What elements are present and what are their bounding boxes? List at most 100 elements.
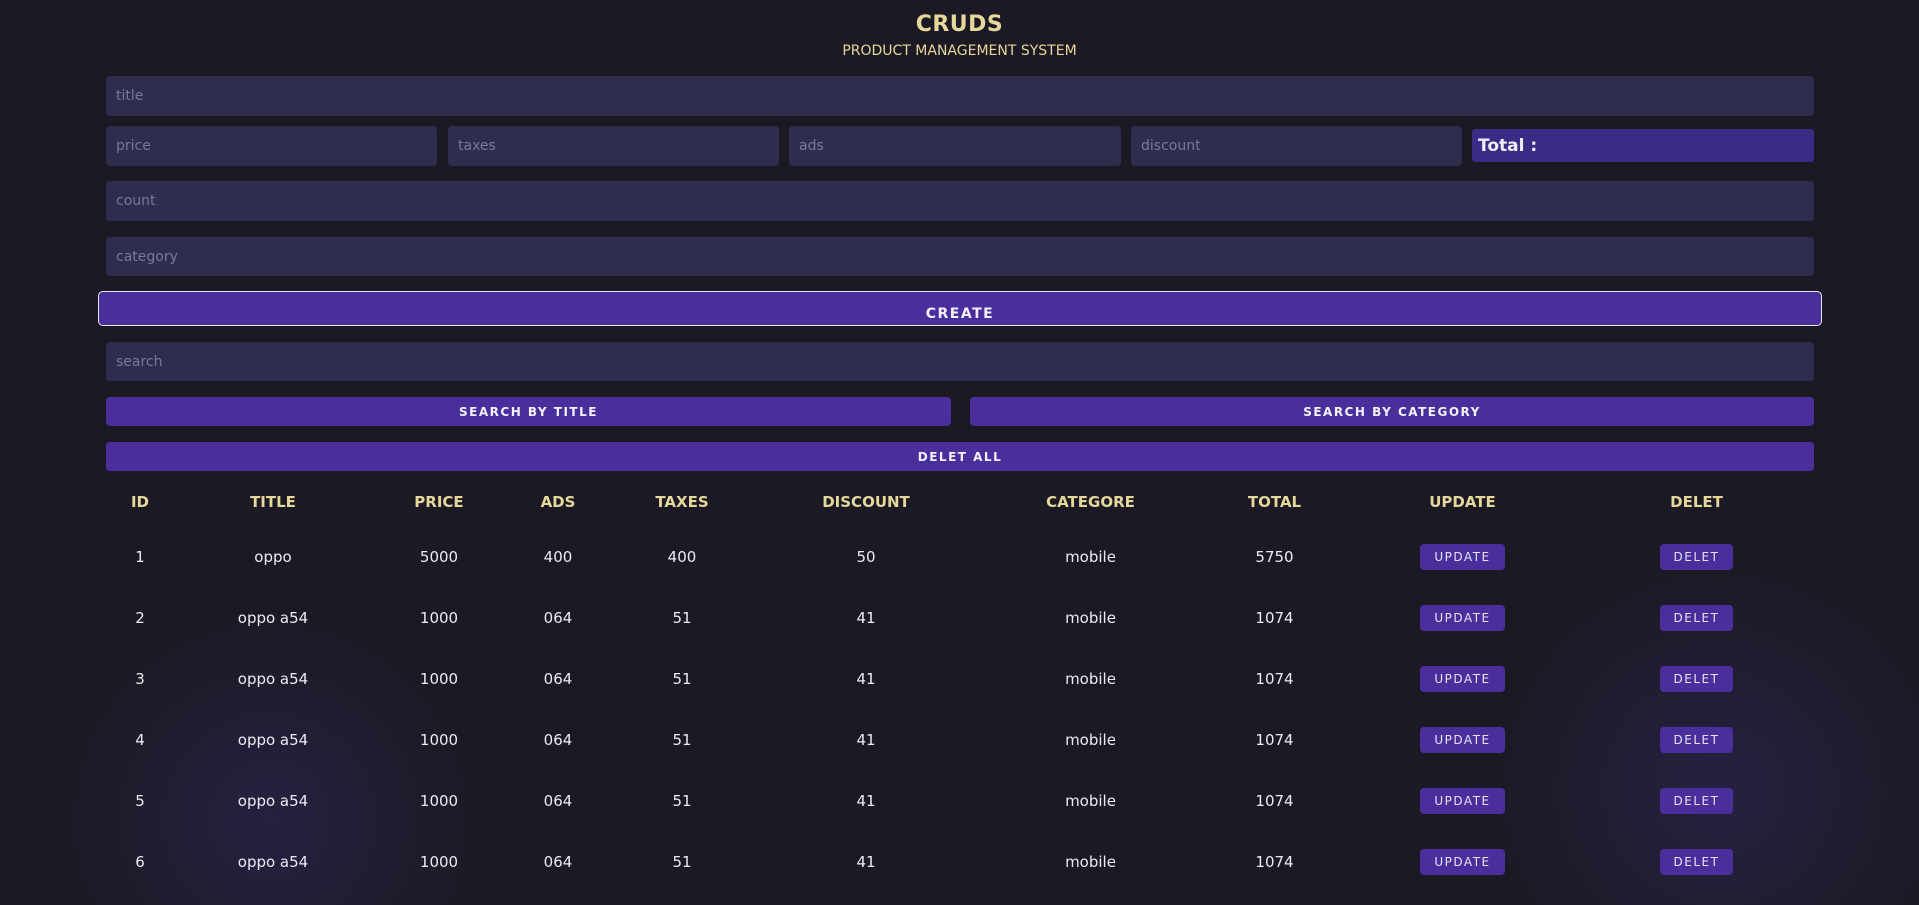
category-input[interactable] <box>106 237 1814 276</box>
table-row: 6 oppo a54 1000 064 51 41 mobile 1074 UP… <box>106 831 1814 892</box>
cell-id: 5 <box>135 791 145 810</box>
cell-price: 1000 <box>419 669 459 688</box>
app-subtitle: PRODUCT MANAGEMENT SYSTEM <box>842 43 1077 59</box>
header-delete: DELET <box>1670 493 1723 511</box>
products-table: ID TITLE PRICE ADS TAXES DISCOUNT CATEGO… <box>106 478 1814 892</box>
cell-ads: 064 <box>543 791 573 810</box>
header-taxes: TAXES <box>655 493 709 511</box>
cell-taxes: 400 <box>667 547 697 566</box>
cell-taxes: 51 <box>672 791 692 810</box>
table-row: 4 oppo a54 1000 064 51 41 mobile 1074 UP… <box>106 709 1814 770</box>
cell-discount: 41 <box>856 608 876 627</box>
table-row: 1 oppo 5000 400 400 50 mobile 5750 UPDAT… <box>106 526 1814 587</box>
discount-input[interactable] <box>1131 126 1462 166</box>
cell-category: mobile <box>1065 608 1116 627</box>
search-by-category-button[interactable]: SEARCH BY CATEGORY <box>970 397 1814 426</box>
delete-all-button[interactable]: DELET ALL <box>106 442 1814 471</box>
update-button[interactable]: UPDATE <box>1420 848 1505 875</box>
taxes-input[interactable] <box>448 126 779 166</box>
cell-title: oppo <box>254 547 292 566</box>
cell-category: mobile <box>1065 791 1116 810</box>
cell-id: 2 <box>135 608 145 627</box>
cell-title: oppo a54 <box>237 791 309 810</box>
cell-update: UPDATE <box>1346 770 1579 831</box>
header-price: PRICE <box>414 493 464 511</box>
cell-taxes: 51 <box>672 730 692 749</box>
table-row: 3 oppo a54 1000 064 51 41 mobile 1074 UP… <box>106 648 1814 709</box>
cell-delete: DELET <box>1579 709 1814 770</box>
cell-total: 1074 <box>1255 791 1294 810</box>
table-header-row: ID TITLE PRICE ADS TAXES DISCOUNT CATEGO… <box>106 478 1814 526</box>
cell-ads: 064 <box>543 852 573 871</box>
cell-delete: DELET <box>1579 526 1814 587</box>
search-input[interactable] <box>106 342 1814 381</box>
total-display: Total : <box>1472 129 1814 162</box>
cell-ads: 400 <box>543 547 573 566</box>
delete-button[interactable]: DELET <box>1659 604 1734 631</box>
app-title: CRUDS <box>915 12 1004 37</box>
cell-id: 1 <box>135 547 145 566</box>
cell-taxes: 51 <box>672 852 692 871</box>
create-button[interactable]: CREATE <box>98 291 1822 326</box>
cell-update: UPDATE <box>1346 526 1579 587</box>
title-input[interactable] <box>106 76 1814 116</box>
update-button[interactable]: UPDATE <box>1420 787 1505 814</box>
delete-button[interactable]: DELET <box>1659 787 1734 814</box>
update-button[interactable]: UPDATE <box>1420 543 1505 570</box>
cell-title: oppo a54 <box>237 608 309 627</box>
table-row: 2 oppo a54 1000 064 51 41 mobile 1074 UP… <box>106 587 1814 648</box>
header-id: ID <box>130 493 150 511</box>
cell-taxes: 51 <box>672 669 692 688</box>
cell-title: oppo a54 <box>237 669 309 688</box>
cell-price: 5000 <box>419 547 459 566</box>
delete-button[interactable]: DELET <box>1659 543 1734 570</box>
cell-id: 3 <box>135 669 145 688</box>
cell-id: 4 <box>135 730 145 749</box>
cell-category: mobile <box>1065 852 1116 871</box>
cell-price: 1000 <box>419 852 459 871</box>
delete-button[interactable]: DELET <box>1659 848 1734 875</box>
cell-title: oppo a54 <box>237 852 309 871</box>
cell-category: mobile <box>1065 669 1116 688</box>
cell-discount: 41 <box>856 791 876 810</box>
search-by-title-button[interactable]: SEARCH BY TITLE <box>106 397 951 426</box>
cell-total: 1074 <box>1255 730 1294 749</box>
cell-price: 1000 <box>419 730 459 749</box>
cell-discount: 41 <box>856 730 876 749</box>
header-discount: DISCOUNT <box>822 493 910 511</box>
cell-total: 1074 <box>1255 669 1294 688</box>
cell-ads: 064 <box>543 608 573 627</box>
header-category: CATEGORE <box>1046 493 1135 511</box>
delete-button[interactable]: DELET <box>1659 665 1734 692</box>
header-update: UPDATE <box>1429 493 1496 511</box>
cell-category: mobile <box>1065 547 1116 566</box>
price-input[interactable] <box>106 126 437 166</box>
total-label: Total : <box>1478 135 1538 156</box>
delete-button[interactable]: DELET <box>1659 726 1734 753</box>
cell-ads: 064 <box>543 730 573 749</box>
page-header: CRUDS PRODUCT MANAGEMENT SYSTEM <box>0 12 1919 60</box>
header-title: TITLE <box>250 493 296 511</box>
table-row: 5 oppo a54 1000 064 51 41 mobile 1074 UP… <box>106 770 1814 831</box>
cell-price: 1000 <box>419 608 459 627</box>
cell-total: 1074 <box>1255 852 1294 871</box>
cell-title: oppo a54 <box>237 730 309 749</box>
cell-id: 6 <box>135 852 145 871</box>
header-ads: ADS <box>540 493 576 511</box>
cell-delete: DELET <box>1579 648 1814 709</box>
cell-discount: 50 <box>856 547 876 566</box>
cell-delete: DELET <box>1579 587 1814 648</box>
cell-category: mobile <box>1065 730 1116 749</box>
cell-delete: DELET <box>1579 770 1814 831</box>
cell-discount: 41 <box>856 852 876 871</box>
cell-delete: DELET <box>1579 831 1814 892</box>
update-button[interactable]: UPDATE <box>1420 726 1505 753</box>
ads-input[interactable] <box>789 126 1121 166</box>
cell-total: 1074 <box>1255 608 1294 627</box>
cell-ads: 064 <box>543 669 573 688</box>
count-input[interactable] <box>106 181 1814 221</box>
update-button[interactable]: UPDATE <box>1420 604 1505 631</box>
cell-update: UPDATE <box>1346 709 1579 770</box>
cell-update: UPDATE <box>1346 587 1579 648</box>
update-button[interactable]: UPDATE <box>1420 665 1505 692</box>
